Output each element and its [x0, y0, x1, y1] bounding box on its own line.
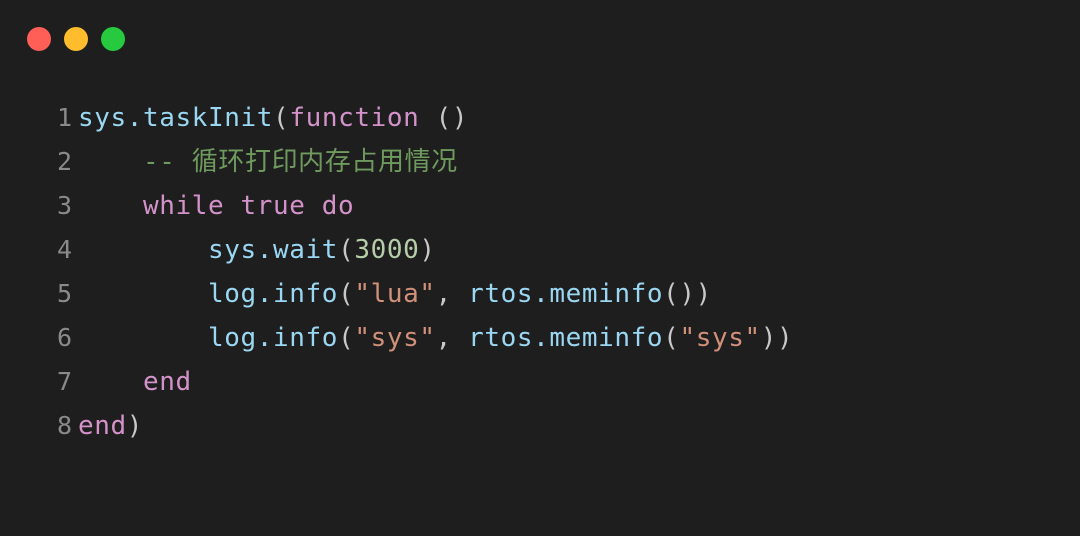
code-line[interactable]: 4 sys.wait(3000): [0, 228, 1080, 272]
code-token-ident: sys.taskInit: [78, 103, 274, 133]
code-line[interactable]: 1 sys.taskInit(function (): [0, 96, 1080, 140]
code-line[interactable]: 7 end: [0, 360, 1080, 404]
code-line-content: sys.wait(3000): [78, 228, 436, 272]
window-titlebar: [0, 0, 1080, 78]
line-number: 5: [56, 279, 72, 308]
code-token-punct: (): [419, 103, 469, 133]
code-token-string: "sys": [679, 323, 761, 353]
close-button[interactable]: [27, 27, 51, 51]
line-number: 8: [56, 411, 72, 440]
code-token-punct: (: [338, 323, 355, 353]
maximize-button[interactable]: [101, 27, 125, 51]
code-token-keyword: function: [289, 103, 420, 133]
traffic-light-buttons: [27, 27, 125, 51]
code-editor[interactable]: 1 sys.taskInit(function () 2 -- 循环打印内存占用情况…: [0, 96, 1080, 448]
code-token-number: 3000: [354, 235, 420, 265]
code-token-string: "lua": [354, 279, 436, 309]
line-number: 7: [56, 367, 72, 396]
code-token-string: "sys": [354, 323, 436, 353]
code-line-content: -- 循环打印内存占用情况: [78, 140, 458, 184]
code-snippet-window: 1 sys.taskInit(function () 2 -- 循环打印内存占用情况…: [0, 0, 1080, 536]
code-token-punct: (: [338, 279, 355, 309]
code-token-punct: (: [273, 103, 290, 133]
code-line[interactable]: 3 while true do: [0, 184, 1080, 228]
minimize-button[interactable]: [64, 27, 88, 51]
code-token-ident: log.info: [208, 279, 339, 309]
code-token-keyword: while true do: [143, 191, 355, 221]
code-token-punct: (: [338, 235, 355, 265]
code-token-punct: ,: [435, 279, 469, 309]
code-line[interactable]: 6 log.info("sys", rtos.meminfo("sys")): [0, 316, 1080, 360]
code-line[interactable]: 8 end): [0, 404, 1080, 448]
code-line-content: while true do: [78, 184, 354, 228]
code-line-content: log.info("sys", rtos.meminfo("sys")): [78, 316, 793, 360]
line-number: 2: [56, 147, 72, 176]
code-token-ident: log.info: [208, 323, 339, 353]
code-line-content: end: [78, 360, 192, 404]
line-number: 4: [56, 235, 72, 264]
line-number: 3: [56, 191, 72, 220]
code-token-punct: )): [760, 323, 794, 353]
code-token-punct: ): [126, 411, 144, 441]
line-number: 1: [56, 103, 72, 132]
code-line-content: end): [78, 404, 143, 448]
code-token-punct: ,: [435, 323, 469, 353]
code-line[interactable]: 5 log.info("lua", rtos.meminfo()): [0, 272, 1080, 316]
code-token-ident: rtos.meminfo: [468, 323, 664, 353]
code-token-punct: ): [419, 235, 436, 265]
code-token-keyword: end: [143, 367, 192, 397]
code-token-ident: rtos.meminfo: [468, 279, 664, 309]
line-number: 6: [56, 323, 72, 352]
code-token-punct: ()): [663, 279, 712, 309]
code-token-comment: -- 循环打印内存占用情况: [143, 147, 458, 177]
code-line-content: log.info("lua", rtos.meminfo()): [78, 272, 712, 316]
code-line-content: sys.taskInit(function (): [78, 96, 468, 140]
code-token-punct: (: [663, 323, 680, 353]
code-line[interactable]: 2 -- 循环打印内存占用情况: [0, 140, 1080, 184]
code-token-ident: sys.wait: [208, 235, 339, 265]
code-token-keyword: end: [78, 411, 127, 441]
